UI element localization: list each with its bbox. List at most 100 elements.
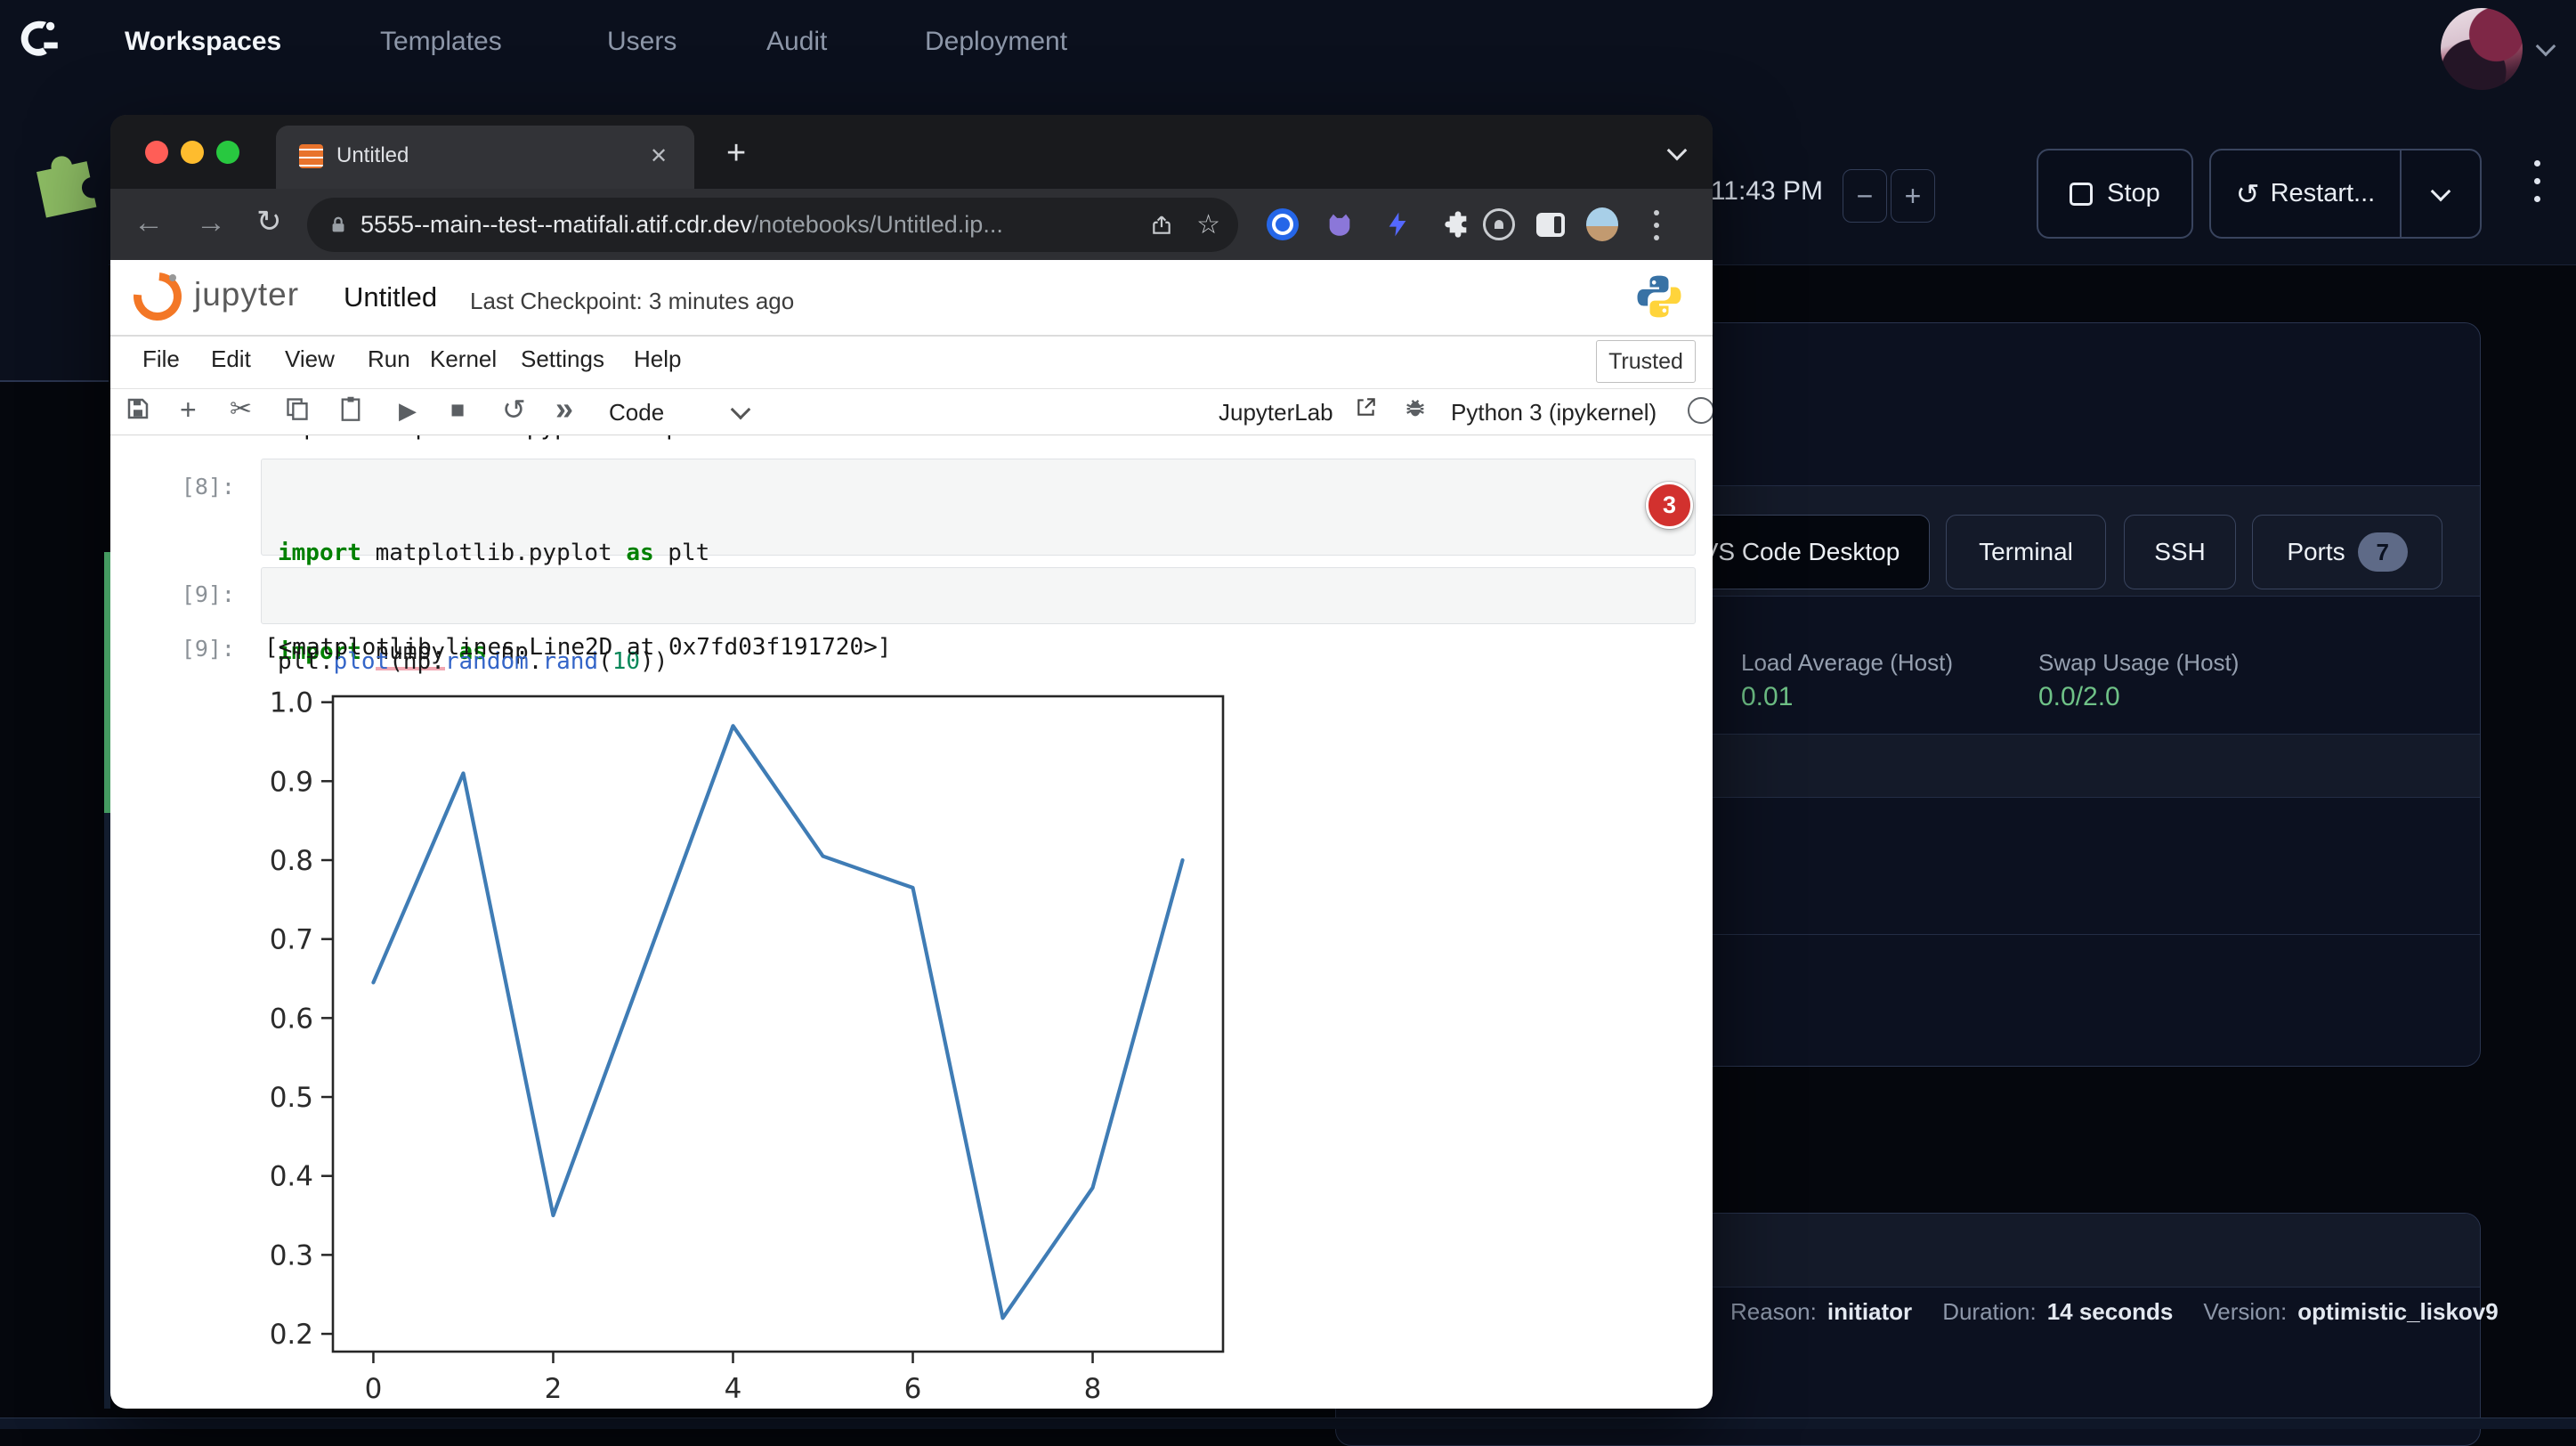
svg-text:0.3: 0.3	[270, 1239, 313, 1271]
paste-cell-icon[interactable]	[338, 395, 363, 426]
kebab-dot	[2534, 196, 2540, 202]
tab-search-chevron-icon[interactable]	[1667, 141, 1688, 161]
kernel-name[interactable]: Python 3 (ipykernel)	[1451, 399, 1657, 426]
window-close-button[interactable]	[145, 141, 168, 164]
nav-item-workspaces[interactable]: Workspaces	[125, 27, 281, 57]
jupyter-logo-icon	[124, 263, 191, 330]
jupyter-logo-dot	[169, 274, 176, 281]
browser-toolbar: ← → ↻ 5555--main--test--matifali.atif.cd…	[110, 189, 1713, 260]
menu-view[interactable]: View	[285, 345, 335, 373]
terminal-button[interactable]: Terminal	[1946, 515, 2106, 589]
url-bar[interactable]: 5555--main--test--matifali.atif.cdr.dev/…	[307, 198, 1238, 252]
ports-button[interactable]: Ports 7	[2252, 515, 2442, 589]
load-average-value: 0.01	[1741, 682, 1793, 712]
open-jupyterlab-link[interactable]: JupyterLab	[1219, 399, 1333, 426]
side-panel-icon[interactable]	[1535, 208, 1567, 240]
duration-label: Duration:	[1942, 1298, 2037, 1326]
new-tab-button[interactable]: +	[726, 134, 746, 173]
lightning-extension-icon[interactable]	[1381, 208, 1414, 240]
restart-button-main[interactable]: ↺ Restart...	[2211, 177, 2400, 211]
code-cell-8[interactable]: import matplotlib.pyplot as plt import n…	[261, 459, 1696, 556]
copy-cell-icon[interactable]	[285, 396, 310, 426]
window-minimize-button[interactable]	[181, 141, 204, 164]
divider	[110, 388, 1713, 389]
browser-tab-strip: Untitled ✕ +	[110, 115, 1713, 189]
insert-cell-icon[interactable]: +	[180, 394, 197, 426]
restart-run-all-icon[interactable]: »	[555, 390, 573, 427]
jupyter-header: jupyter Untitled Last Checkpoint: 3 minu…	[110, 260, 1713, 337]
svg-text:0.4: 0.4	[270, 1161, 313, 1193]
window-maximize-button[interactable]	[216, 141, 239, 164]
svg-text:8: 8	[1084, 1373, 1102, 1405]
menu-settings[interactable]: Settings	[521, 345, 604, 373]
lock-icon	[328, 215, 348, 236]
notebook-title[interactable]: Untitled	[344, 281, 437, 313]
debugger-bug-icon[interactable]	[1403, 395, 1428, 425]
schedule-increase-button[interactable]: +	[1891, 169, 1935, 223]
nav-item-audit[interactable]: Audit	[766, 27, 827, 57]
ssh-button[interactable]: SSH	[2124, 515, 2236, 589]
workspace-header-card-edge	[0, 264, 109, 382]
menu-file[interactable]: File	[142, 345, 180, 373]
forward-button[interactable]: →	[196, 206, 226, 240]
ports-label: Ports	[2287, 538, 2345, 566]
save-icon[interactable]	[125, 395, 151, 426]
cell-type-dropdown[interactable]: Code	[609, 399, 664, 426]
onepassword-extension-icon[interactable]	[1267, 208, 1299, 240]
jupyter-favicon-icon	[299, 144, 323, 168]
external-link-icon[interactable]	[1355, 395, 1378, 423]
cat-extension-icon[interactable]	[1324, 208, 1356, 240]
restart-options-button[interactable]	[2400, 150, 2480, 237]
restart-kernel-icon[interactable]: ↺	[502, 393, 526, 426]
reload-button[interactable]: ↻	[256, 204, 282, 240]
notification-count-badge[interactable]: 3	[1646, 482, 1693, 529]
duration-value: 14 seconds	[2047, 1298, 2174, 1326]
code-cell-9[interactable]: plt.plot(np.random.rand(10))	[261, 567, 1696, 624]
tab-close-icon[interactable]: ✕	[650, 143, 668, 169]
stop-square-icon	[2070, 183, 2093, 206]
nav-item-templates[interactable]: Templates	[380, 27, 502, 57]
restart-chevron-down-icon	[2431, 181, 2451, 201]
coder-logo[interactable]	[12, 12, 64, 64]
ghostery-extension-icon[interactable]	[1483, 208, 1515, 240]
cell8-prompt: [8]:	[146, 474, 235, 500]
build-status-green-strip	[104, 552, 110, 813]
url-host: 5555--main--test--matifali.atif.cdr.dev	[360, 211, 752, 238]
clipped-cell-line: import matplotlib.pyplot as plt	[276, 435, 952, 445]
svg-text:0.6: 0.6	[270, 1003, 313, 1035]
reason-value: initiator	[1827, 1298, 1912, 1326]
version-label: Version:	[2203, 1298, 2287, 1326]
menu-kernel[interactable]: Kernel	[430, 345, 497, 373]
cell-type-chevron-icon[interactable]	[731, 400, 751, 420]
workspace-kebab-menu[interactable]	[2519, 160, 2555, 202]
menu-edit[interactable]: Edit	[211, 345, 251, 373]
bookmark-star-icon[interactable]: ☆	[1196, 212, 1220, 239]
svg-text:2: 2	[545, 1373, 563, 1405]
svg-text:4: 4	[725, 1373, 742, 1405]
kernel-status-icon	[1688, 397, 1713, 424]
svg-text:0.9: 0.9	[270, 766, 313, 798]
cut-cell-icon[interactable]: ✂	[230, 394, 252, 425]
trusted-button[interactable]: Trusted	[1596, 340, 1696, 383]
browser-tab[interactable]: Untitled ✕	[276, 126, 694, 189]
browser-profile-avatar[interactable]	[1586, 208, 1618, 240]
menu-help[interactable]: Help	[634, 345, 681, 373]
back-button[interactable]: ←	[134, 206, 164, 240]
extensions-puzzle-icon[interactable]	[1442, 208, 1474, 240]
nav-item-deployment[interactable]: Deployment	[925, 27, 1067, 57]
code-line: import matplotlib.pyplot as plt	[278, 537, 1679, 570]
restart-button-label: Restart...	[2271, 179, 2376, 208]
nav-item-users[interactable]: Users	[607, 27, 676, 57]
menu-run[interactable]: Run	[368, 345, 410, 373]
terminal-label: Terminal	[1979, 538, 2073, 566]
interrupt-kernel-icon[interactable]: ■	[450, 396, 465, 424]
build-status-strip-tail	[104, 813, 110, 1409]
stop-workspace-button[interactable]: Stop	[2037, 149, 2193, 239]
user-avatar[interactable]	[2441, 8, 2523, 90]
schedule-decrease-button[interactable]: −	[1843, 169, 1887, 223]
restart-workspace-split-button[interactable]: ↺ Restart...	[2209, 149, 2482, 239]
run-cell-icon[interactable]: ▶	[399, 397, 417, 425]
browser-menu-kebab[interactable]	[1643, 210, 1670, 240]
cell9-prompt: [9]:	[146, 581, 235, 607]
share-icon[interactable]	[1150, 213, 1173, 238]
